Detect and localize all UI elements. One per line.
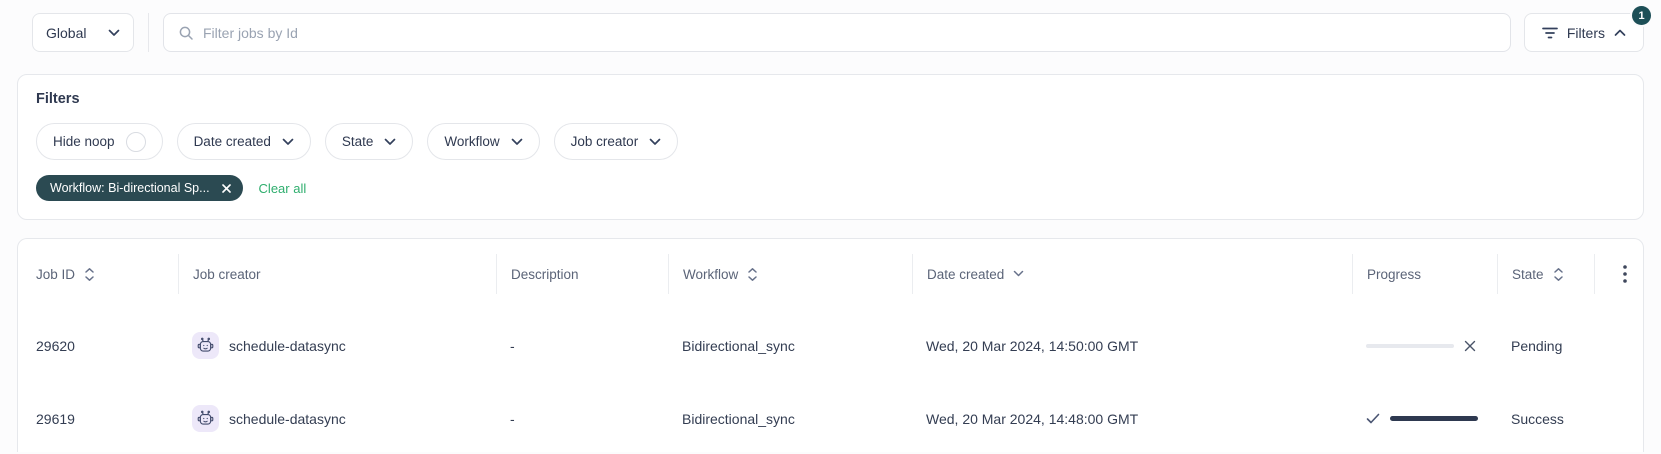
filters-count-badge: 1: [1632, 6, 1651, 25]
hide-noop-pill[interactable]: Hide noop: [36, 123, 163, 160]
column-header-state[interactable]: State: [1497, 254, 1594, 294]
job-creator-avatar: [192, 405, 219, 432]
topbar: Global Filters 1: [17, 6, 1651, 52]
column-settings-button[interactable]: [1623, 265, 1627, 283]
column-header-job-id[interactable]: Job ID: [18, 254, 178, 294]
cell-description: -: [496, 411, 668, 427]
column-label: Progress: [1367, 266, 1422, 282]
check-icon: [1366, 413, 1380, 424]
cell-date-created: Wed, 20 Mar 2024, 14:50:00 GMT: [912, 338, 1352, 354]
robot-icon: [196, 409, 215, 428]
chevron-up-icon: [1614, 29, 1626, 37]
job-creator-avatar: [192, 332, 219, 359]
column-header-description: Description: [496, 254, 668, 294]
column-label: Date created: [927, 266, 1005, 282]
filter-dropdown-label: Workflow: [444, 134, 500, 149]
cell-workflow: Bidirectional_sync: [668, 411, 912, 427]
filter-dropdown-label: State: [341, 134, 374, 149]
table-header-row: Job ID Job creator Description Workflow Date…: [18, 239, 1643, 309]
column-header-workflow[interactable]: Workflow: [668, 254, 912, 294]
filter-pill-row: Hide noop Date created State Workflow Job c…: [36, 123, 1625, 160]
scope-dropdown[interactable]: Global: [32, 13, 134, 52]
column-label: Description: [511, 266, 579, 282]
search-box: [163, 13, 1511, 52]
active-filter-chips: Workflow: Bi-directional Sp...: [36, 175, 243, 201]
filter-dropdown-workflow[interactable]: Workflow: [427, 123, 540, 160]
topbar-divider: [148, 13, 149, 52]
cell-progress: [1352, 340, 1497, 352]
filters-button[interactable]: Filters 1: [1523, 6, 1651, 52]
filter-dropdown-label: Date created: [193, 134, 271, 149]
filters-panel: Filters Hide noop Date created State Workf…: [17, 74, 1644, 220]
progress-bar: [1366, 343, 1454, 348]
remove-filter-button[interactable]: [221, 183, 231, 193]
cell-job-id: 29619: [18, 411, 178, 427]
scope-label: Global: [46, 24, 87, 41]
filter-icon: [1542, 26, 1558, 40]
state-value: Success: [1511, 410, 1564, 427]
cell-state: Success: [1497, 411, 1594, 427]
active-filter-chip: Workflow: Bi-directional Sp...: [36, 175, 243, 201]
description-value: -: [510, 337, 515, 354]
chevron-down-icon: [384, 138, 396, 146]
sort-icon: [747, 267, 758, 282]
chevron-down-icon: [511, 138, 523, 146]
active-filter-row: Workflow: Bi-directional Sp... Clear all: [36, 175, 1625, 201]
state-value: Pending: [1511, 337, 1563, 354]
date-created-value: Wed, 20 Mar 2024, 14:50:00 GMT: [926, 337, 1139, 354]
cell-job-creator: schedule-datasync: [178, 332, 496, 359]
filter-dropdown-label: Job creator: [570, 134, 639, 149]
sort-icon: [1553, 267, 1564, 282]
cell-workflow: Bidirectional_sync: [668, 338, 912, 354]
cell-date-created: Wed, 20 Mar 2024, 14:48:00 GMT: [912, 411, 1352, 427]
column-header-progress: Progress: [1352, 254, 1497, 294]
search-input[interactable]: [203, 24, 1496, 41]
jobs-table: Job ID Job creator Description Workflow Date…: [17, 238, 1644, 452]
job-id-value: 29620: [36, 337, 75, 354]
description-value: -: [510, 410, 515, 427]
table-body: 29620 schedule-datasync - Bidirectional_syn…: [18, 309, 1643, 452]
job-creator-name: schedule-datasync: [229, 410, 346, 427]
date-created-value: Wed, 20 Mar 2024, 14:48:00 GMT: [926, 410, 1139, 427]
filter-dropdown-date-created[interactable]: Date created: [176, 123, 311, 160]
filter-dropdown-job-creator[interactable]: Job creator: [553, 123, 679, 160]
robot-icon: [196, 336, 215, 355]
column-label: Workflow: [683, 266, 739, 282]
cell-description: -: [496, 338, 668, 354]
cell-progress: [1352, 413, 1497, 424]
cell-job-id: 29620: [18, 338, 178, 354]
cell-state: Pending: [1497, 338, 1594, 354]
workflow-value: Bidirectional_sync: [682, 410, 795, 427]
active-filter-label: Workflow: Bi-directional Sp...: [50, 181, 210, 195]
filters-panel-title: Filters: [36, 91, 80, 107]
filters-button-label: Filters: [1566, 24, 1605, 41]
sort-icon: [84, 267, 95, 282]
clear-all-link[interactable]: Clear all: [259, 181, 307, 196]
column-header-actions: [1594, 254, 1643, 294]
column-label: Job creator: [193, 266, 261, 282]
hide-noop-toggle[interactable]: [125, 131, 146, 152]
search-icon: [178, 25, 194, 41]
cancel-job-button[interactable]: [1464, 340, 1476, 352]
table-row[interactable]: 29620 schedule-datasync - Bidirectional_syn…: [18, 309, 1643, 382]
chevron-down-icon: [108, 29, 120, 37]
column-header-date-created[interactable]: Date created: [912, 254, 1352, 294]
cell-job-creator: schedule-datasync: [178, 405, 496, 432]
job-id-value: 29619: [36, 410, 75, 427]
column-label: Job ID: [36, 266, 76, 282]
column-header-job-creator: Job creator: [178, 254, 496, 294]
page: Global Filters 1 Filters Hid: [0, 0, 1661, 452]
chevron-down-icon: [649, 138, 661, 146]
job-creator-name: schedule-datasync: [229, 337, 346, 354]
table-row[interactable]: 29619 schedule-datasync - Bidirectional_syn…: [18, 382, 1643, 452]
chevron-down-icon: [282, 138, 294, 146]
column-label: State: [1512, 266, 1544, 282]
sort-desc-icon: [1013, 270, 1024, 278]
workflow-value: Bidirectional_sync: [682, 337, 795, 354]
filter-dropdown-state[interactable]: State: [324, 123, 414, 160]
hide-noop-label: Hide noop: [53, 134, 115, 149]
progress-bar: [1390, 416, 1478, 421]
